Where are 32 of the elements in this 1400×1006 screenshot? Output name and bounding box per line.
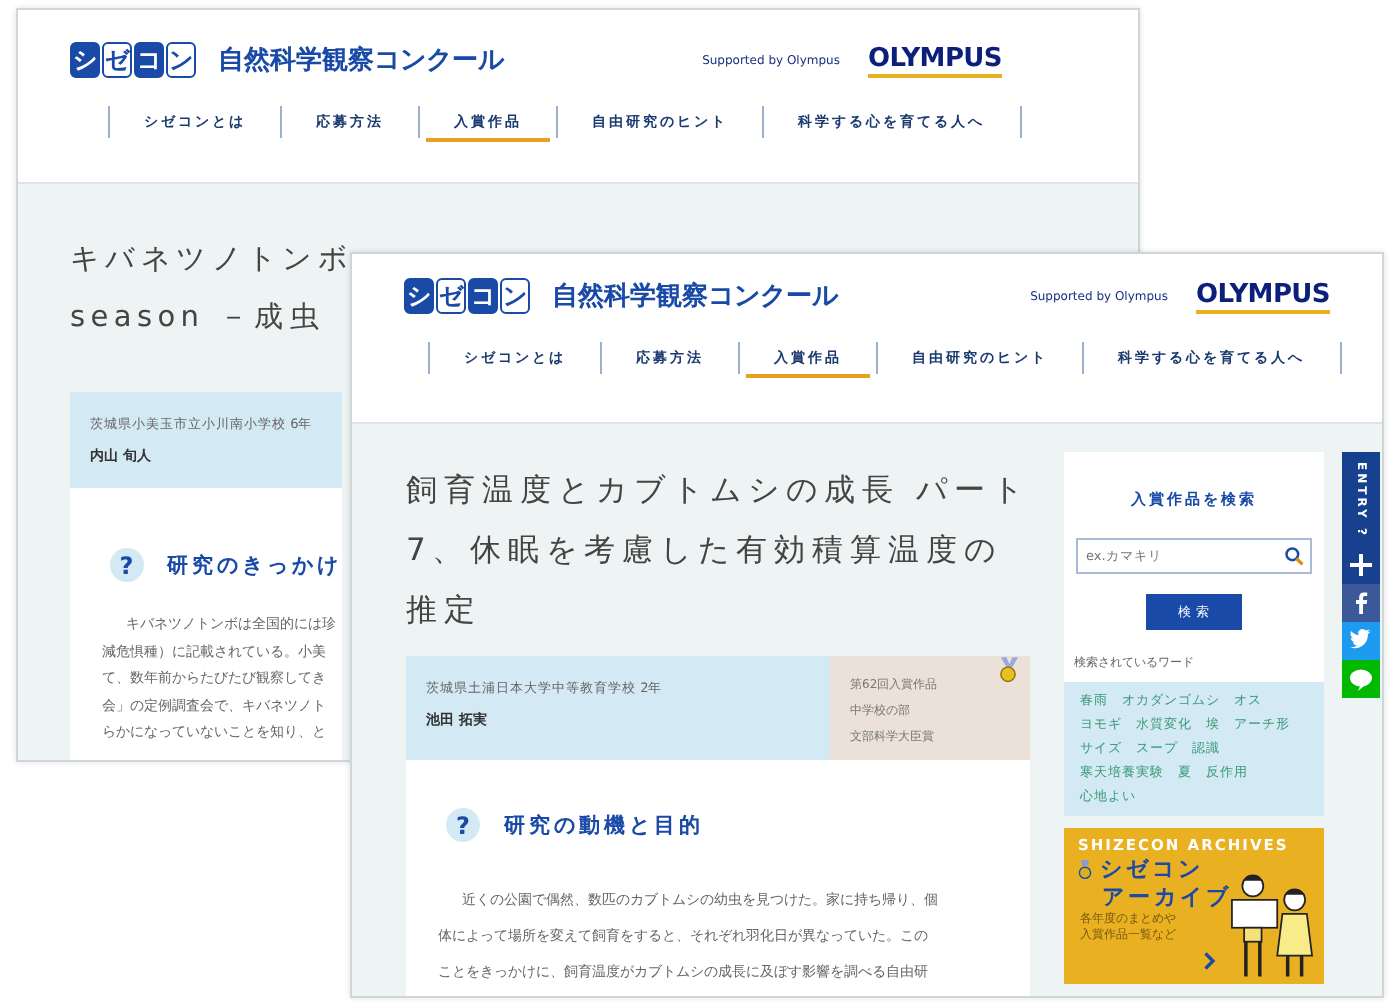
archive-heading: シゼコン bbox=[1100, 856, 1204, 884]
site-name: 自然科学観察コンクール bbox=[552, 279, 838, 314]
plus-icon[interactable] bbox=[1342, 545, 1380, 584]
article-title: 推定 bbox=[406, 590, 484, 632]
logo-letter: ン bbox=[166, 42, 196, 78]
article-title: 7、休眠を考慮した有効積算温度の bbox=[406, 530, 1004, 572]
medal-icon bbox=[1078, 860, 1092, 880]
question-icon: ? bbox=[110, 548, 143, 582]
twitter-icon[interactable] bbox=[1342, 621, 1380, 660]
article-title: season －成虫 bbox=[70, 300, 328, 338]
search-icon bbox=[1284, 546, 1304, 566]
facebook-icon[interactable] bbox=[1342, 583, 1380, 622]
site-name: 自然科学観察コンクール bbox=[218, 43, 504, 78]
logo-letter: ゼ bbox=[102, 42, 132, 78]
logo-letter: コ bbox=[134, 42, 164, 78]
people-drawing bbox=[1228, 872, 1316, 980]
article-title: キバネツノトンボ bbox=[70, 242, 342, 280]
archive-heading: アーカイブ bbox=[1102, 884, 1234, 912]
section-heading: 研究のきっかけ bbox=[167, 551, 342, 579]
sponsor-logo: OLYMPUS bbox=[867, 43, 1002, 77]
section-heading: 研究の動機と目的 bbox=[504, 811, 704, 839]
article-title: 飼育温度とカブトムシの成長 パート bbox=[406, 470, 1030, 512]
logo-letter: ン bbox=[500, 278, 530, 314]
chat-bubble-icon[interactable] bbox=[1342, 659, 1380, 698]
medal-icon bbox=[998, 656, 1018, 684]
logo-letter: シ bbox=[70, 42, 100, 78]
sponsor-logo: OLYMPUS bbox=[1195, 279, 1330, 313]
chevron-icon bbox=[1204, 952, 1216, 970]
logo-letter: ゼ bbox=[436, 278, 466, 314]
logo-letter: シ bbox=[404, 278, 434, 314]
question-icon: ? bbox=[446, 808, 480, 842]
logo-letter: コ bbox=[468, 278, 498, 314]
